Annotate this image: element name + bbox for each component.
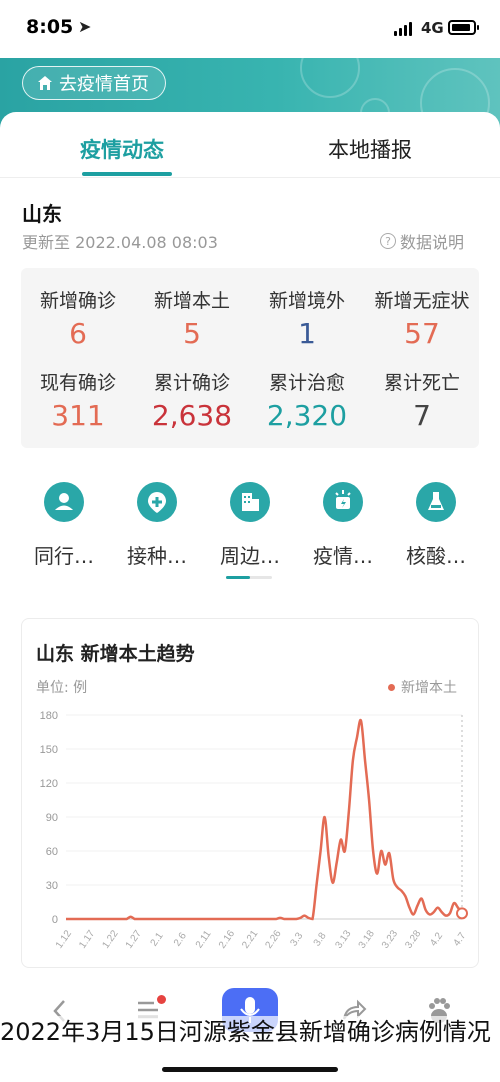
stat-value: 6: [69, 317, 87, 350]
y-tick-label: 30: [46, 880, 58, 892]
x-tick-label: 3.23: [380, 928, 400, 951]
chart-title: 山东 新增本土趋势: [36, 643, 195, 665]
service-nearby[interactable]: 周边…: [204, 482, 296, 569]
stat-new-confirmed: 新增确诊 6: [21, 286, 135, 350]
stat-current-confirmed: 现有确诊 311: [21, 368, 135, 432]
service-companion[interactable]: 同行…: [18, 482, 110, 569]
building-icon: [230, 482, 270, 522]
x-tick-label: 2.16: [217, 928, 237, 951]
stat-total-recovered: 累计治愈 2,320: [250, 368, 364, 432]
stat-new-imported: 新增境外 1: [250, 286, 364, 350]
y-tick-label: 180: [40, 710, 58, 722]
tab-underline: [82, 172, 172, 176]
stat-value: 7: [413, 399, 431, 432]
stat-value: 57: [404, 317, 440, 350]
content-card: 疫情动态 本地播报 山东 更新至 2022.04.08 08:03 ? 数据说明…: [0, 112, 500, 1082]
stat-value: 2,638: [151, 399, 233, 432]
x-tick-label: 4.2: [428, 930, 445, 948]
stat-label: 新增境外: [268, 290, 345, 312]
legend-dot-icon: [388, 683, 395, 691]
y-tick-label: 90: [46, 812, 58, 824]
stat-value: 5: [183, 317, 201, 350]
stat-total-confirmed: 累计确诊 2,638: [135, 368, 249, 432]
y-tick-label: 60: [46, 846, 58, 858]
chart-unit: 单位: 例: [36, 680, 88, 696]
x-tick-label: 2.11: [194, 928, 214, 950]
service-label: 疫情…: [313, 544, 373, 568]
caption-overlay: 2022年3月15日河源紫金县新增确诊病例情况: [0, 1016, 500, 1048]
stats-panel: 新增确诊 6 新增本土 5 新增境外 1 新增无症状 57 现有确诊 311 累…: [21, 268, 479, 448]
x-tick-label: 4.7: [451, 930, 468, 948]
trend-chart[interactable]: 0 30 60 90 120 150 180 1.12 1.17 1.22 1.27 2.1 2.6 2.…: [22, 699, 478, 967]
stat-label: 新增无症状: [374, 290, 470, 312]
data-note-link[interactable]: ? 数据说明: [380, 229, 464, 253]
location-arrow-icon: ➤: [78, 17, 92, 36]
y-tick-label: 150: [40, 744, 58, 756]
data-note-label: 数据说明: [400, 233, 465, 252]
notification-dot: [157, 995, 166, 1004]
stat-label: 现有确诊: [39, 372, 116, 394]
trend-chart-card: 山东 新增本土趋势 单位: 例 新增本土 0 30 60 90 120 150 180 1.1…: [21, 618, 479, 968]
tab-bar: 疫情动态 本地播报: [0, 112, 500, 178]
chart-legend: 新增本土: [388, 677, 457, 697]
legend-label: 新增本土: [401, 680, 457, 696]
x-tick-label: 1.27: [124, 928, 144, 951]
home-button-label: 去疫情首页: [59, 74, 149, 95]
last-point-marker: [456, 907, 468, 920]
battery-icon: [448, 20, 479, 35]
x-tick-label: 2.26: [264, 928, 284, 951]
y-tick-label: 0: [52, 914, 58, 926]
status-time: 8:05: [26, 16, 74, 38]
stat-label: 累计治愈: [268, 372, 345, 394]
service-label: 同行…: [34, 544, 94, 568]
stat-label: 累计确诊: [153, 372, 230, 394]
x-tick-label: 2.6: [172, 930, 189, 948]
service-label: 接种…: [127, 544, 187, 568]
service-shortcuts: 同行… 接种… 周边… 疫情… 核酸…: [0, 482, 500, 572]
stat-value: 2,320: [266, 399, 348, 432]
stat-label: 新增本土: [153, 290, 230, 312]
x-tick-label: 2.21: [240, 928, 260, 951]
page-indicator-active: [226, 576, 250, 579]
x-tick-label: 3.18: [357, 928, 377, 951]
x-tick-label: 1.12: [54, 928, 74, 951]
region-name: 山东: [22, 202, 62, 226]
home-indicator[interactable]: [162, 1067, 338, 1072]
x-tick-label: 3.3: [288, 930, 305, 948]
stat-label: 新增确诊: [39, 290, 116, 312]
x-tick-label: 2.1: [149, 930, 166, 948]
service-epidemic[interactable]: 疫情…: [297, 482, 389, 569]
stat-total-deaths: 累计死亡 7: [365, 368, 479, 432]
home-button[interactable]: 去疫情首页: [22, 66, 166, 100]
x-tick-label: 1.22: [100, 928, 120, 951]
home-icon: [38, 76, 52, 90]
medical-cross-icon: [137, 482, 177, 522]
x-tick-label: 3.8: [312, 930, 329, 948]
service-vaccination[interactable]: 接种…: [111, 482, 203, 569]
service-label: 核酸…: [406, 544, 466, 568]
service-label: 周边…: [220, 544, 280, 568]
y-tick-label: 120: [40, 778, 58, 790]
stat-new-local: 新增本土 5: [135, 286, 249, 350]
x-tick-label: 3.28: [403, 928, 423, 951]
x-tick-label: 3.13: [333, 928, 353, 951]
status-bar: 8:05 ➤ 4G: [0, 0, 500, 58]
flask-icon: [416, 482, 456, 522]
update-time: 更新至 2022.04.08 08:03: [22, 233, 218, 252]
network-type: 4G: [421, 19, 444, 37]
stat-value: 311: [51, 399, 105, 432]
person-icon: [44, 482, 84, 522]
x-tick-label: 1.17: [77, 928, 97, 951]
tab-dynamics[interactable]: 疫情动态: [80, 134, 164, 164]
stat-value: 1: [298, 317, 316, 350]
stat-new-asymptomatic: 新增无症状 57: [365, 286, 479, 350]
service-nucleic-test[interactable]: 核酸…: [390, 482, 482, 569]
stat-label: 累计死亡: [383, 372, 460, 394]
signal-icon: [394, 22, 412, 36]
question-icon: ?: [380, 233, 396, 249]
alert-icon: [323, 482, 363, 522]
tab-local-report[interactable]: 本地播报: [328, 134, 412, 164]
series-line-new-local: [66, 718, 464, 921]
